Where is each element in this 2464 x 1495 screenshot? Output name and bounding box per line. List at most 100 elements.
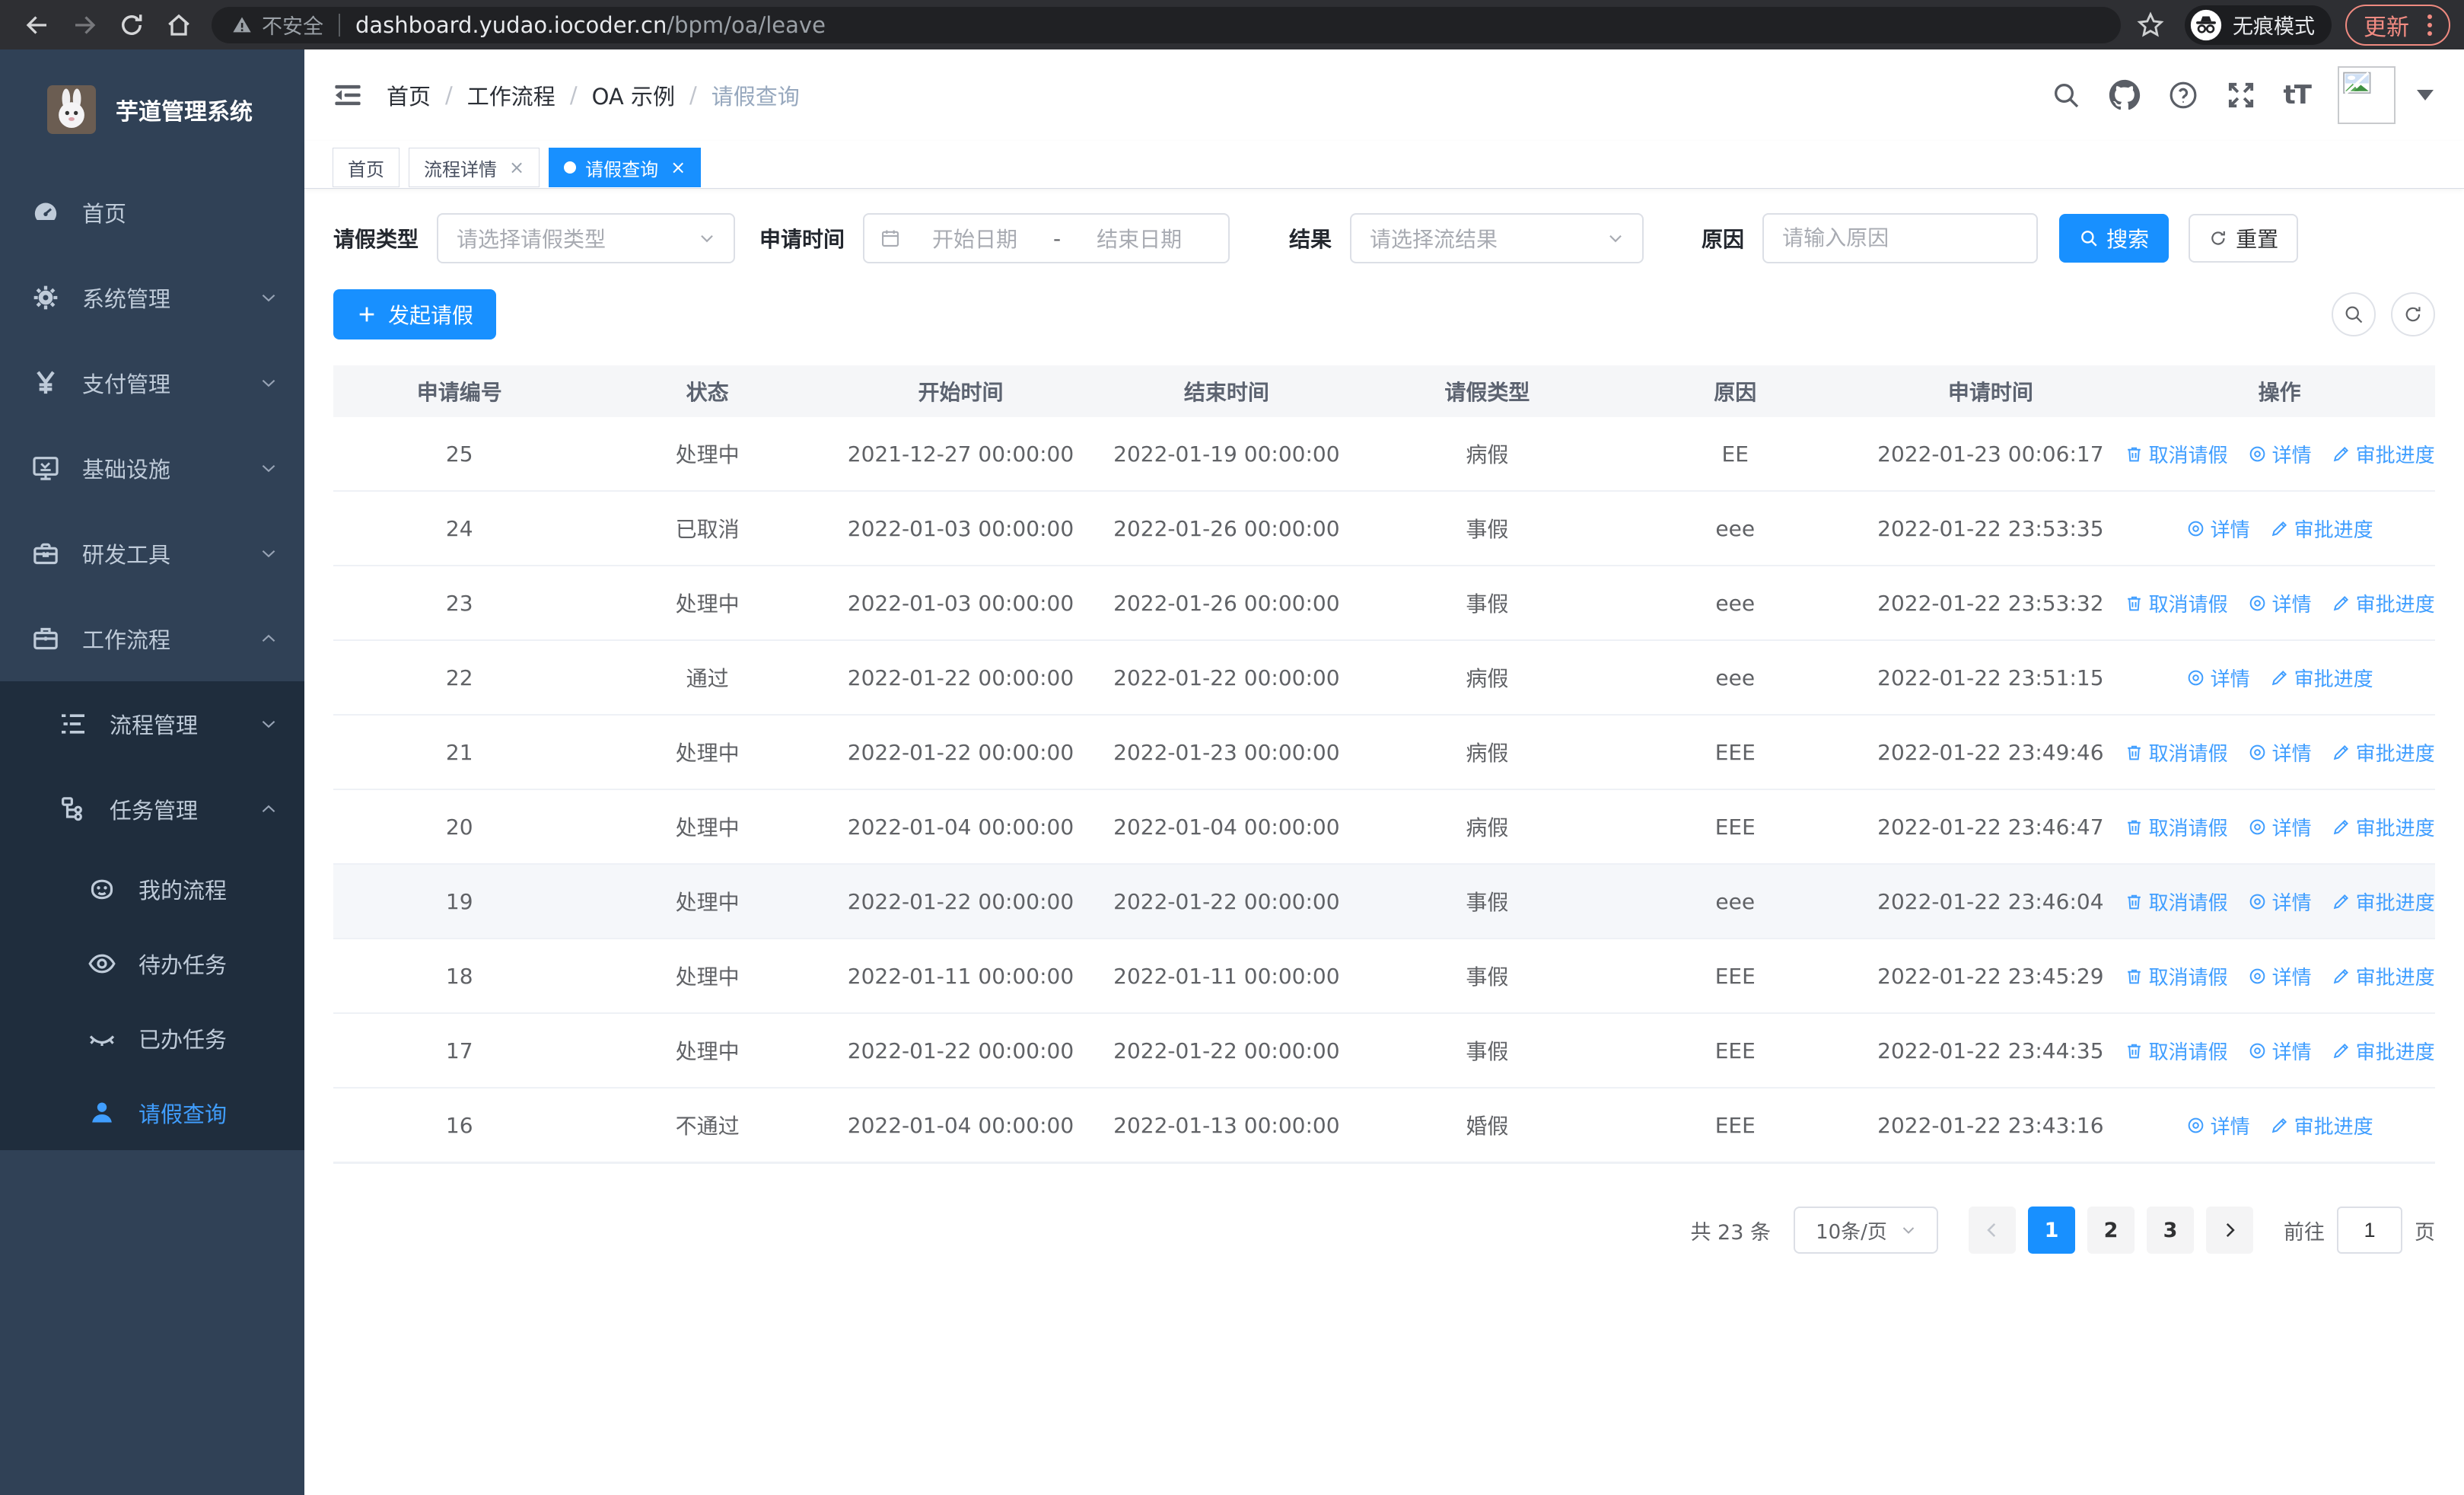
incognito-label: 无痕模式 <box>2233 15 2315 39</box>
detail-action-link[interactable]: 详情 <box>2186 1111 2250 1140</box>
apply-time-range-picker[interactable]: 开始日期 - 结束日期 <box>863 213 1230 263</box>
search-icon[interactable] <box>2051 80 2081 110</box>
sidebar-item-home[interactable]: 首页 <box>0 170 304 255</box>
cancel-action-link[interactable]: 取消请假 <box>2125 738 2228 767</box>
pagination-page-1[interactable]: 1 <box>2028 1207 2075 1254</box>
browser-back-icon[interactable] <box>14 5 61 46</box>
cancel-action-link[interactable]: 取消请假 <box>2125 589 2228 617</box>
view-icon <box>2248 892 2267 911</box>
font-size-icon[interactable]: tT <box>2284 80 2312 110</box>
sidebar-item-label: 首页 <box>82 201 127 227</box>
result-label: 结果 <box>1289 227 1332 252</box>
avatar[interactable] <box>2338 66 2396 124</box>
detail-action-link[interactable]: 详情 <box>2186 515 2250 543</box>
table-refresh-icon[interactable] <box>2391 292 2435 336</box>
progress-action-link[interactable]: 审批进度 <box>2332 962 2435 990</box>
tab-close-icon[interactable]: × <box>670 157 686 178</box>
start-date-placeholder[interactable]: 开始日期 <box>901 223 1049 253</box>
detail-action-link[interactable]: 详情 <box>2248 888 2312 916</box>
url-path[interactable]: /bpm/oa/leave <box>667 12 826 38</box>
sidebar-item-todo-tasks[interactable]: 待办任务 <box>0 926 304 1001</box>
progress-action-link[interactable]: 审批进度 <box>2332 738 2435 767</box>
tab-process-detail[interactable]: 流程详情 × <box>409 148 540 187</box>
pagination-prev-button[interactable] <box>1969 1207 2016 1254</box>
edit-icon <box>2332 967 2351 986</box>
detail-action-link[interactable]: 详情 <box>2248 589 2312 617</box>
progress-action-link[interactable]: 审批进度 <box>2270 515 2373 543</box>
sidebar-item-process-management[interactable]: 流程管理 <box>0 681 304 767</box>
cancel-action-link[interactable]: 取消请假 <box>2125 440 2228 468</box>
cancel-action-link[interactable]: 取消请假 <box>2125 962 2228 990</box>
reason-input[interactable] <box>1782 226 2019 250</box>
progress-action-link[interactable]: 审批进度 <box>2332 440 2435 468</box>
cancel-action-link[interactable]: 取消请假 <box>2125 888 2228 916</box>
browser-reload-icon[interactable] <box>108 5 155 46</box>
browser-forward-icon[interactable] <box>61 5 108 46</box>
detail-action-link[interactable]: 详情 <box>2248 738 2312 767</box>
avatar-dropdown-caret-icon[interactable] <box>2417 90 2434 100</box>
reset-button[interactable]: 重置 <box>2189 214 2299 263</box>
detail-action-link[interactable]: 详情 <box>2248 1037 2312 1065</box>
browser-home-icon[interactable] <box>155 5 202 46</box>
security-label[interactable]: 不安全 <box>262 10 323 40</box>
progress-action-link[interactable]: 审批进度 <box>2270 1111 2373 1140</box>
detail-action-link[interactable]: 详情 <box>2186 664 2250 692</box>
action-label: 详情 <box>2271 1041 2312 1064</box>
sidebar-toggle-icon[interactable] <box>332 79 364 111</box>
pagination-page-2[interactable]: 2 <box>2087 1207 2135 1254</box>
detail-action-link[interactable]: 详情 <box>2248 962 2312 990</box>
action-label: 详情 <box>2271 742 2312 766</box>
status-cell: 处理中 <box>675 1039 740 1064</box>
sidebar-item-my-process[interactable]: 我的流程 <box>0 852 304 926</box>
table-search-toggle-icon[interactable] <box>2332 292 2376 336</box>
pagination-next-button[interactable] <box>2206 1207 2253 1254</box>
breadcrumb-item[interactable]: 工作流程 <box>467 79 556 111</box>
sidebar-item-done-tasks[interactable]: 已办任务 <box>0 1001 304 1076</box>
progress-action-link[interactable]: 审批进度 <box>2332 589 2435 617</box>
breadcrumb-item[interactable]: 首页 <box>387 79 431 111</box>
cancel-action-link[interactable]: 取消请假 <box>2125 813 2228 841</box>
yen-icon <box>29 368 62 398</box>
address-bar[interactable]: 不安全 dashboard.yudao.iocoder.cn/bpm/oa/le… <box>212 6 2121 43</box>
sidebar-item-infrastructure[interactable]: 基础设施 <box>0 426 304 511</box>
leave-type-select[interactable]: 请选择请假类型 <box>437 213 736 263</box>
sidebar-item-task-management[interactable]: 任务管理 <box>0 767 304 852</box>
sidebar-logo-row[interactable]: 芋道管理系统 <box>0 49 304 170</box>
url-domain[interactable]: dashboard.yudao.iocoder.cn <box>355 12 667 38</box>
progress-action-link[interactable]: 审批进度 <box>2332 813 2435 841</box>
bookmark-star-icon[interactable] <box>2136 11 2165 40</box>
help-icon[interactable] <box>2168 80 2198 110</box>
search-button[interactable]: 搜索 <box>2059 214 2170 263</box>
tab-close-icon[interactable]: × <box>509 157 524 178</box>
pagination-goto-input[interactable] <box>2337 1207 2402 1254</box>
fullscreen-icon[interactable] <box>2226 80 2256 110</box>
progress-action-link[interactable]: 审批进度 <box>2332 1037 2435 1065</box>
tab-leave-query[interactable]: 请假查询 × <box>549 148 702 187</box>
breadcrumb-item[interactable]: OA 示例 <box>592 79 675 111</box>
sidebar-item-payment-management[interactable]: 支付管理 <box>0 340 304 426</box>
detail-action-link[interactable]: 详情 <box>2248 813 2312 841</box>
table-row: 20 处理中 2022-01-04 00:00:00 2022-01-04 00:00… <box>333 790 2435 865</box>
browser-update-button[interactable]: 更新 <box>2345 4 2450 46</box>
sidebar-item-workflow[interactable]: 工作流程 <box>0 596 304 681</box>
sidebar: 芋道管理系统 首页系统管理 支付管理 基础设施 研发工具 工作流程 流程管理 任务管理 我的流… <box>0 49 304 1495</box>
page-size-select[interactable]: 10条/页 <box>1794 1207 1938 1254</box>
github-icon[interactable] <box>2109 79 2141 111</box>
table-row: 16 不通过 2022-01-04 00:00:00 2022-01-13 00:00… <box>333 1089 2435 1163</box>
progress-action-link[interactable]: 审批进度 <box>2332 888 2435 916</box>
tab-home[interactable]: 首页 <box>333 148 400 187</box>
browser-menu-icon[interactable] <box>2423 14 2437 36</box>
result-select[interactable]: 请选择流结果 <box>1350 213 1644 263</box>
chevron-down-icon <box>1606 228 1625 248</box>
end-date-placeholder[interactable]: 结束日期 <box>1065 223 1213 253</box>
detail-action-link[interactable]: 详情 <box>2248 440 2312 468</box>
cancel-action-link[interactable]: 取消请假 <box>2125 1037 2228 1065</box>
sidebar-item-system-management[interactable]: 系统管理 <box>0 255 304 340</box>
pagination-page-3[interactable]: 3 <box>2147 1207 2194 1254</box>
create-leave-button[interactable]: 发起请假 <box>333 289 497 339</box>
progress-action-link[interactable]: 审批进度 <box>2270 664 2373 692</box>
update-label[interactable]: 更新 <box>2364 8 2409 42</box>
trash-icon <box>2125 818 2144 837</box>
sidebar-item-leave-query[interactable]: 请假查询 <box>0 1076 304 1150</box>
sidebar-item-dev-tools[interactable]: 研发工具 <box>0 511 304 596</box>
